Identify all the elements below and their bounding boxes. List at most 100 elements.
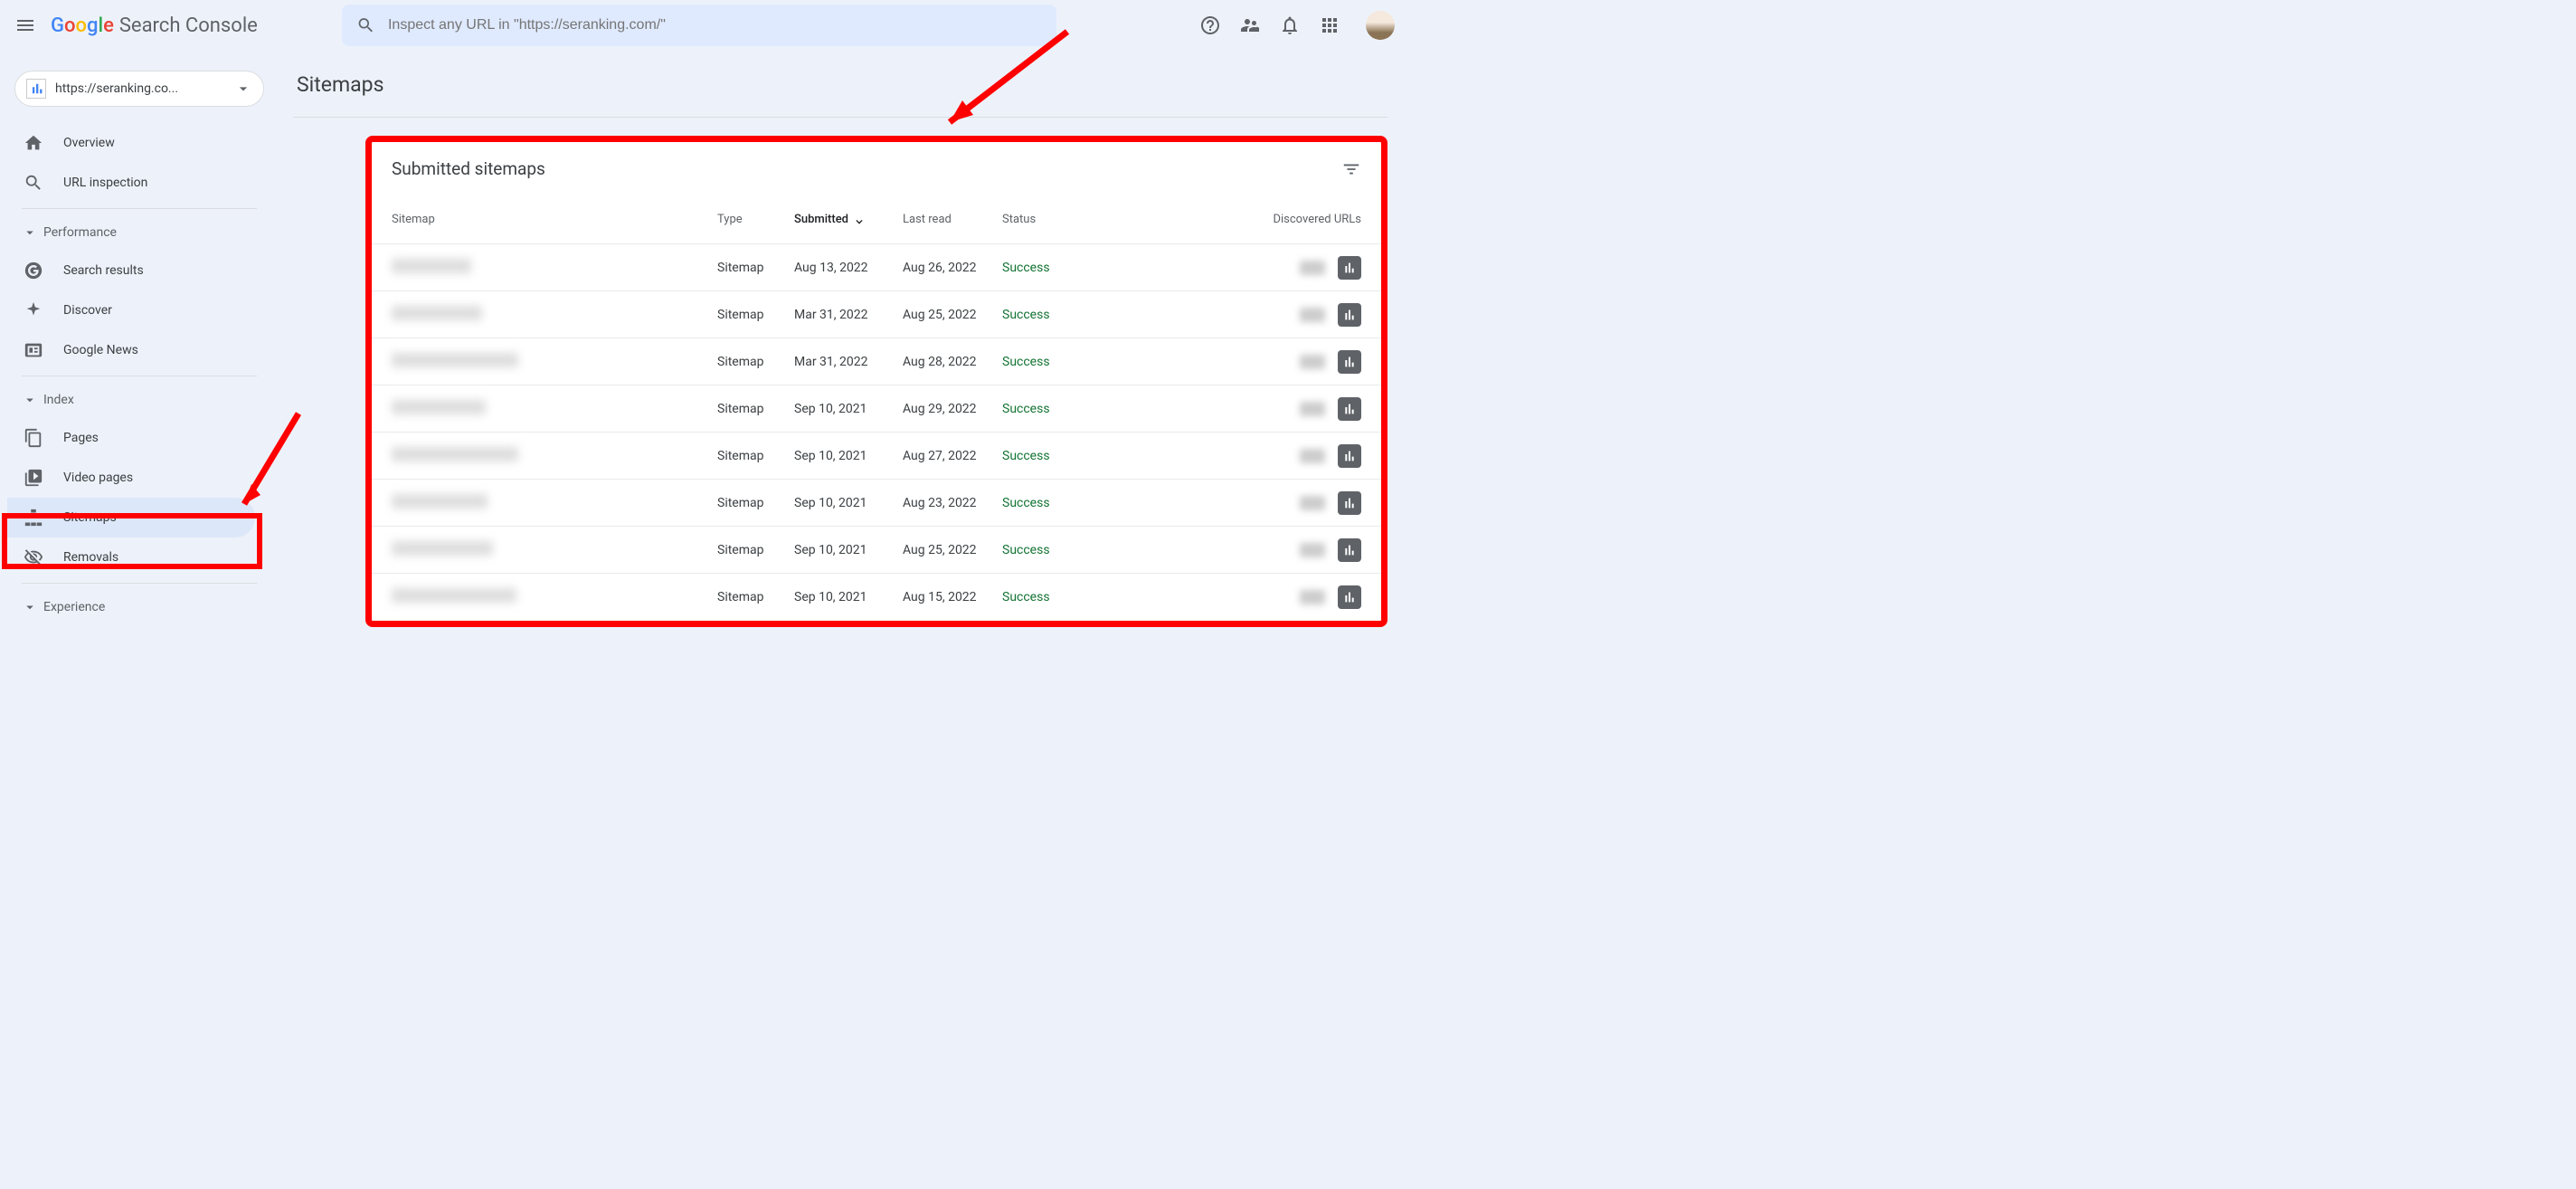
discovered-count-blurred	[1300, 355, 1325, 369]
table-row[interactable]: SitemapSep 10, 2021Aug 15, 2022Success	[372, 574, 1381, 621]
notifications-icon[interactable]	[1279, 14, 1301, 36]
cell-last-read: Aug 25, 2022	[903, 543, 1002, 557]
discovered-count-blurred	[1300, 261, 1325, 275]
table-row[interactable]: SitemapSep 10, 2021Aug 25, 2022Success	[372, 527, 1381, 574]
table-row[interactable]: SitemapMar 31, 2022Aug 28, 2022Success	[372, 338, 1381, 385]
col-last-read[interactable]: Last read	[903, 213, 1002, 226]
home-icon	[24, 133, 43, 153]
sidebar-label: Overview	[63, 136, 115, 150]
cell-status: Success	[1002, 402, 1120, 416]
discovered-count-blurred	[1300, 496, 1325, 510]
sidebar-section-performance[interactable]: Performance	[7, 214, 271, 251]
sidebar-section-experience[interactable]: Experience	[7, 589, 271, 625]
row-stats-button[interactable]	[1338, 256, 1361, 280]
property-url: https://seranking.co...	[55, 81, 234, 96]
search-icon	[356, 15, 375, 35]
sidebar-item-pages[interactable]: Pages	[7, 418, 255, 458]
cell-sitemap	[392, 400, 717, 418]
row-stats-button[interactable]	[1338, 303, 1361, 327]
logo[interactable]: Google Search Console	[51, 14, 258, 37]
cell-status: Success	[1002, 590, 1120, 604]
users-settings-icon[interactable]	[1239, 14, 1261, 36]
cell-last-read: Aug 25, 2022	[903, 308, 1002, 322]
sidebar-item-removals[interactable]: Removals	[7, 537, 255, 577]
filter-icon[interactable]	[1341, 159, 1361, 179]
cell-last-read: Aug 26, 2022	[903, 261, 1002, 275]
sidebar-label: Google News	[63, 343, 138, 357]
sidebar-item-discover[interactable]: Discover	[7, 290, 255, 330]
sidebar-item-url-inspection[interactable]: URL inspection	[7, 163, 255, 203]
sitemap-icon	[24, 508, 43, 528]
hamburger-menu-icon[interactable]	[14, 14, 36, 36]
cell-discovered	[1120, 585, 1361, 609]
url-inspection-search[interactable]	[342, 5, 1056, 46]
cell-discovered	[1120, 350, 1361, 374]
table-row[interactable]: SitemapSep 10, 2021Aug 29, 2022Success	[372, 385, 1381, 433]
row-stats-button[interactable]	[1338, 350, 1361, 374]
sidebar-item-google-news[interactable]: Google News	[7, 330, 255, 370]
google-g-icon	[24, 261, 43, 281]
sidebar-label: Pages	[63, 431, 99, 445]
row-stats-button[interactable]	[1338, 444, 1361, 468]
cell-submitted: Mar 31, 2022	[794, 355, 903, 369]
cell-last-read: Aug 29, 2022	[903, 402, 1002, 416]
sidebar-label: Sitemaps	[63, 510, 117, 525]
table-row[interactable]: SitemapMar 31, 2022Aug 25, 2022Success	[372, 291, 1381, 338]
sidebar-section-index[interactable]: Index	[7, 382, 271, 418]
cell-submitted: Mar 31, 2022	[794, 308, 903, 322]
row-stats-button[interactable]	[1338, 585, 1361, 609]
cell-sitemap	[392, 588, 717, 606]
sidebar-item-overview[interactable]: Overview	[7, 123, 255, 163]
property-icon	[26, 79, 46, 99]
avatar[interactable]	[1366, 11, 1395, 40]
table-row[interactable]: SitemapAug 13, 2022Aug 26, 2022Success	[372, 244, 1381, 291]
arrow-down-icon	[852, 213, 867, 227]
table-row[interactable]: SitemapSep 10, 2021Aug 23, 2022Success	[372, 480, 1381, 527]
news-icon	[24, 340, 43, 360]
cell-discovered	[1120, 491, 1361, 515]
cell-discovered	[1120, 303, 1361, 327]
cell-last-read: Aug 27, 2022	[903, 449, 1002, 463]
visibility-off-icon	[24, 547, 43, 567]
apps-grid-icon[interactable]	[1319, 14, 1340, 36]
cell-sitemap	[392, 259, 717, 277]
cell-sitemap	[392, 306, 717, 324]
discovered-count-blurred	[1300, 590, 1325, 604]
search-input[interactable]	[388, 17, 1042, 33]
sitemaps-table: Sitemap Type Submitted Last read Status …	[372, 195, 1381, 621]
sidebar-item-sitemaps[interactable]: Sitemaps	[7, 498, 255, 537]
row-stats-button[interactable]	[1338, 397, 1361, 421]
table-row[interactable]: SitemapSep 10, 2021Aug 27, 2022Success	[372, 433, 1381, 480]
col-submitted[interactable]: Submitted	[794, 213, 903, 227]
sidebar-label: Video pages	[63, 471, 133, 485]
sidebar: https://seranking.co... Overview URL ins…	[0, 51, 271, 627]
product-name: Search Console	[119, 14, 258, 37]
discovered-count-blurred	[1300, 402, 1325, 416]
discovered-count-blurred	[1300, 308, 1325, 322]
sidebar-item-search-results[interactable]: Search results	[7, 251, 255, 290]
col-sitemap[interactable]: Sitemap	[392, 213, 717, 226]
sidebar-label: Removals	[63, 550, 118, 565]
col-status[interactable]: Status	[1002, 213, 1120, 226]
cell-type: Sitemap	[717, 261, 794, 275]
help-icon[interactable]	[1199, 14, 1221, 36]
page-title: Sitemaps	[293, 51, 1387, 118]
property-selector[interactable]: https://seranking.co...	[14, 71, 264, 107]
cell-status: Success	[1002, 308, 1120, 322]
search-icon	[24, 173, 43, 193]
chevron-down-icon	[22, 392, 38, 408]
cell-status: Success	[1002, 355, 1120, 369]
col-discovered[interactable]: Discovered URLs	[1120, 213, 1361, 226]
chevron-down-icon	[22, 224, 38, 241]
cell-status: Success	[1002, 449, 1120, 463]
row-stats-button[interactable]	[1338, 538, 1361, 562]
sidebar-item-video-pages[interactable]: Video pages	[7, 458, 255, 498]
cell-status: Success	[1002, 543, 1120, 557]
chevron-down-icon	[234, 80, 252, 98]
cell-discovered	[1120, 397, 1361, 421]
row-stats-button[interactable]	[1338, 491, 1361, 515]
cell-status: Success	[1002, 496, 1120, 510]
cell-type: Sitemap	[717, 355, 794, 369]
col-type[interactable]: Type	[717, 213, 794, 226]
cell-last-read: Aug 23, 2022	[903, 496, 1002, 510]
